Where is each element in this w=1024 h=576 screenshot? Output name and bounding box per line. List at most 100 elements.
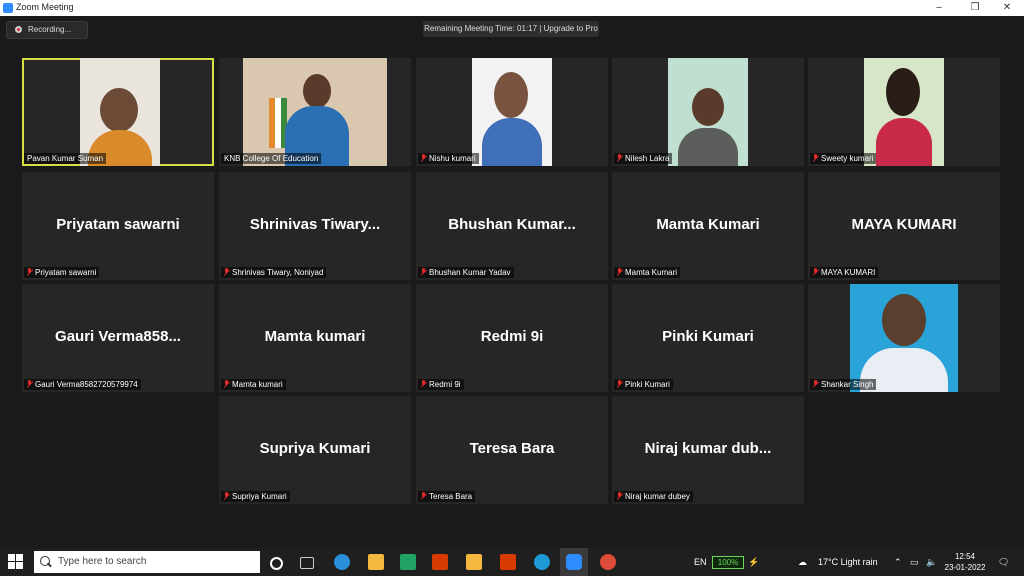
participant-tile[interactable]: MAYA KUMARI MAYA KUMARI bbox=[808, 172, 1000, 280]
participant-name: Shrinivas Tiwary, Noniyad bbox=[221, 267, 327, 278]
rain-cloud-icon: ☁ bbox=[798, 557, 807, 567]
participant-display-name: Mamta Kumari bbox=[656, 216, 760, 233]
participant-video bbox=[864, 58, 944, 166]
mic-muted-icon bbox=[421, 268, 426, 276]
mic-muted-icon bbox=[813, 154, 818, 162]
recording-label: Recording... bbox=[28, 25, 72, 34]
participant-tile[interactable]: Supriya Kumari Supriya Kumari bbox=[219, 396, 411, 504]
volume-icon[interactable]: 🔈 bbox=[926, 548, 937, 576]
participant-display-name: MAYA KUMARI bbox=[851, 216, 957, 233]
close-button[interactable]: ✕ bbox=[990, 0, 1024, 16]
mic-muted-icon bbox=[421, 380, 426, 388]
office-app-icon[interactable] bbox=[500, 554, 516, 570]
participant-name: Redmi 9i bbox=[418, 379, 464, 390]
windows-start-icon[interactable] bbox=[8, 554, 24, 570]
plug-icon: ⚡ bbox=[748, 557, 760, 567]
notification-icon[interactable]: 🗨 bbox=[998, 548, 1009, 576]
window-title: Zoom Meeting bbox=[16, 2, 74, 12]
office-icon[interactable] bbox=[432, 554, 448, 570]
clock-date: 23-01-2022 bbox=[944, 563, 986, 572]
participant-name: Nilesh Lakra bbox=[614, 153, 673, 164]
participant-tile[interactable]: Mamta kumari Mamta kumari bbox=[219, 284, 411, 392]
meeting-timer-banner[interactable]: Remaining Meeting Time: 01:17 | Upgrade … bbox=[423, 21, 599, 37]
participant-tile[interactable]: Bhushan Kumar... Bhushan Kumar Yadav bbox=[416, 172, 608, 280]
mic-muted-icon bbox=[617, 154, 622, 162]
participant-tile[interactable]: Pinki Kumari Pinki Kumari bbox=[612, 284, 804, 392]
participant-tile[interactable]: Nishu kumari bbox=[416, 58, 608, 166]
record-icon bbox=[15, 26, 22, 33]
participant-tile[interactable]: Priyatam sawarni Priyatam sawarni bbox=[22, 172, 214, 280]
participant-name: Priyatam sawarni bbox=[24, 267, 100, 278]
participant-name: KNB College Of Education bbox=[221, 153, 322, 164]
network-icon[interactable]: ▭ bbox=[910, 548, 919, 576]
mic-muted-icon bbox=[617, 380, 622, 388]
mic-muted-icon bbox=[617, 268, 622, 276]
chevron-up-icon[interactable]: ⌃ bbox=[894, 548, 902, 576]
task-view-icon[interactable] bbox=[300, 557, 314, 569]
participant-video bbox=[80, 58, 160, 166]
mic-muted-icon bbox=[27, 380, 32, 388]
search-icon bbox=[40, 556, 50, 566]
participant-name: Supriya Kumari bbox=[221, 491, 290, 502]
participant-video bbox=[850, 284, 958, 392]
participant-display-name: Priyatam sawarni bbox=[56, 216, 180, 233]
participant-tile[interactable]: Nilesh Lakra bbox=[612, 58, 804, 166]
participant-video bbox=[472, 58, 552, 166]
participant-name: Niraj kumar dubey bbox=[614, 491, 693, 502]
cortana-icon[interactable] bbox=[270, 557, 283, 570]
clock[interactable]: 12:54 23-01-2022 bbox=[944, 551, 986, 573]
minimize-button[interactable]: – bbox=[922, 0, 956, 16]
participant-tile[interactable]: Shrinivas Tiwary... Shrinivas Tiwary, No… bbox=[219, 172, 411, 280]
weather-text[interactable]: 17°C Light rain bbox=[818, 548, 878, 576]
file-explorer-icon[interactable] bbox=[466, 554, 482, 570]
excel-icon[interactable] bbox=[400, 554, 416, 570]
participant-name: Shankar Singh bbox=[810, 379, 877, 390]
participant-display-name: Bhushan Kumar... bbox=[448, 216, 576, 233]
participant-tile[interactable]: Niraj kumar dub... Niraj kumar dubey bbox=[612, 396, 804, 504]
participant-name: Mamta Kumari bbox=[614, 267, 681, 278]
participant-display-name: Redmi 9i bbox=[480, 328, 544, 345]
participant-display-name: Gauri Verma858... bbox=[55, 328, 181, 345]
mic-muted-icon bbox=[27, 268, 32, 276]
search-placeholder: Type here to search bbox=[58, 556, 147, 567]
participant-tile[interactable]: Teresa Bara Teresa Bara bbox=[416, 396, 608, 504]
participant-video bbox=[243, 58, 387, 166]
recording-indicator[interactable]: Recording... bbox=[6, 21, 88, 39]
participant-display-name: Teresa Bara bbox=[469, 440, 555, 457]
people-icon[interactable] bbox=[334, 554, 350, 570]
title-bar: Zoom Meeting – ❐ ✕ bbox=[0, 0, 1024, 16]
participant-tile[interactable]: Shankar Singh bbox=[808, 284, 1000, 392]
language-indicator[interactable]: EN bbox=[694, 548, 707, 576]
mic-muted-icon bbox=[617, 492, 622, 500]
mic-muted-icon bbox=[813, 268, 818, 276]
participant-tile[interactable]: Pavan Kumar Suman bbox=[22, 58, 214, 166]
mic-muted-icon bbox=[813, 380, 818, 388]
zoom-taskbar-button[interactable] bbox=[560, 548, 588, 576]
windows-taskbar: Type here to search EN 100% ⚡ ☁ 17°C Lig… bbox=[0, 548, 1024, 576]
battery-indicator[interactable]: 100% bbox=[712, 556, 744, 569]
participant-name: Bhushan Kumar Yadav bbox=[418, 267, 514, 278]
chrome-icon[interactable] bbox=[600, 554, 616, 570]
participant-tile[interactable]: KNB College Of Education bbox=[219, 58, 411, 166]
taskbar-search-box[interactable]: Type here to search bbox=[34, 551, 260, 573]
meeting-stage: Recording... Remaining Meeting Time: 01:… bbox=[0, 16, 1024, 548]
participant-video bbox=[668, 58, 748, 166]
participant-tile[interactable]: Redmi 9i Redmi 9i bbox=[416, 284, 608, 392]
participant-name: Sweety kumari bbox=[810, 153, 877, 164]
maximize-button[interactable]: ❐ bbox=[958, 0, 992, 16]
mic-muted-icon bbox=[224, 380, 229, 388]
participant-tile[interactable]: Mamta Kumari Mamta Kumari bbox=[612, 172, 804, 280]
edge-icon[interactable] bbox=[534, 554, 550, 570]
participant-display-name: Pinki Kumari bbox=[662, 328, 754, 345]
participant-display-name: Shrinivas Tiwary... bbox=[249, 216, 381, 233]
participant-name: MAYA KUMARI bbox=[810, 267, 879, 278]
participant-name: Pavan Kumar Suman bbox=[24, 153, 107, 164]
participant-name: Gauri Verma8582720579974 bbox=[24, 379, 141, 390]
participant-display-name: Niraj kumar dub... bbox=[644, 440, 772, 457]
participant-name: Pinki Kumari bbox=[614, 379, 673, 390]
participant-tile[interactable]: Sweety kumari bbox=[808, 58, 1000, 166]
participant-display-name: Supriya Kumari bbox=[259, 440, 371, 457]
store-icon[interactable] bbox=[368, 554, 384, 570]
participant-tile[interactable]: Gauri Verma858... Gauri Verma85827205799… bbox=[22, 284, 214, 392]
mic-muted-icon bbox=[421, 492, 426, 500]
